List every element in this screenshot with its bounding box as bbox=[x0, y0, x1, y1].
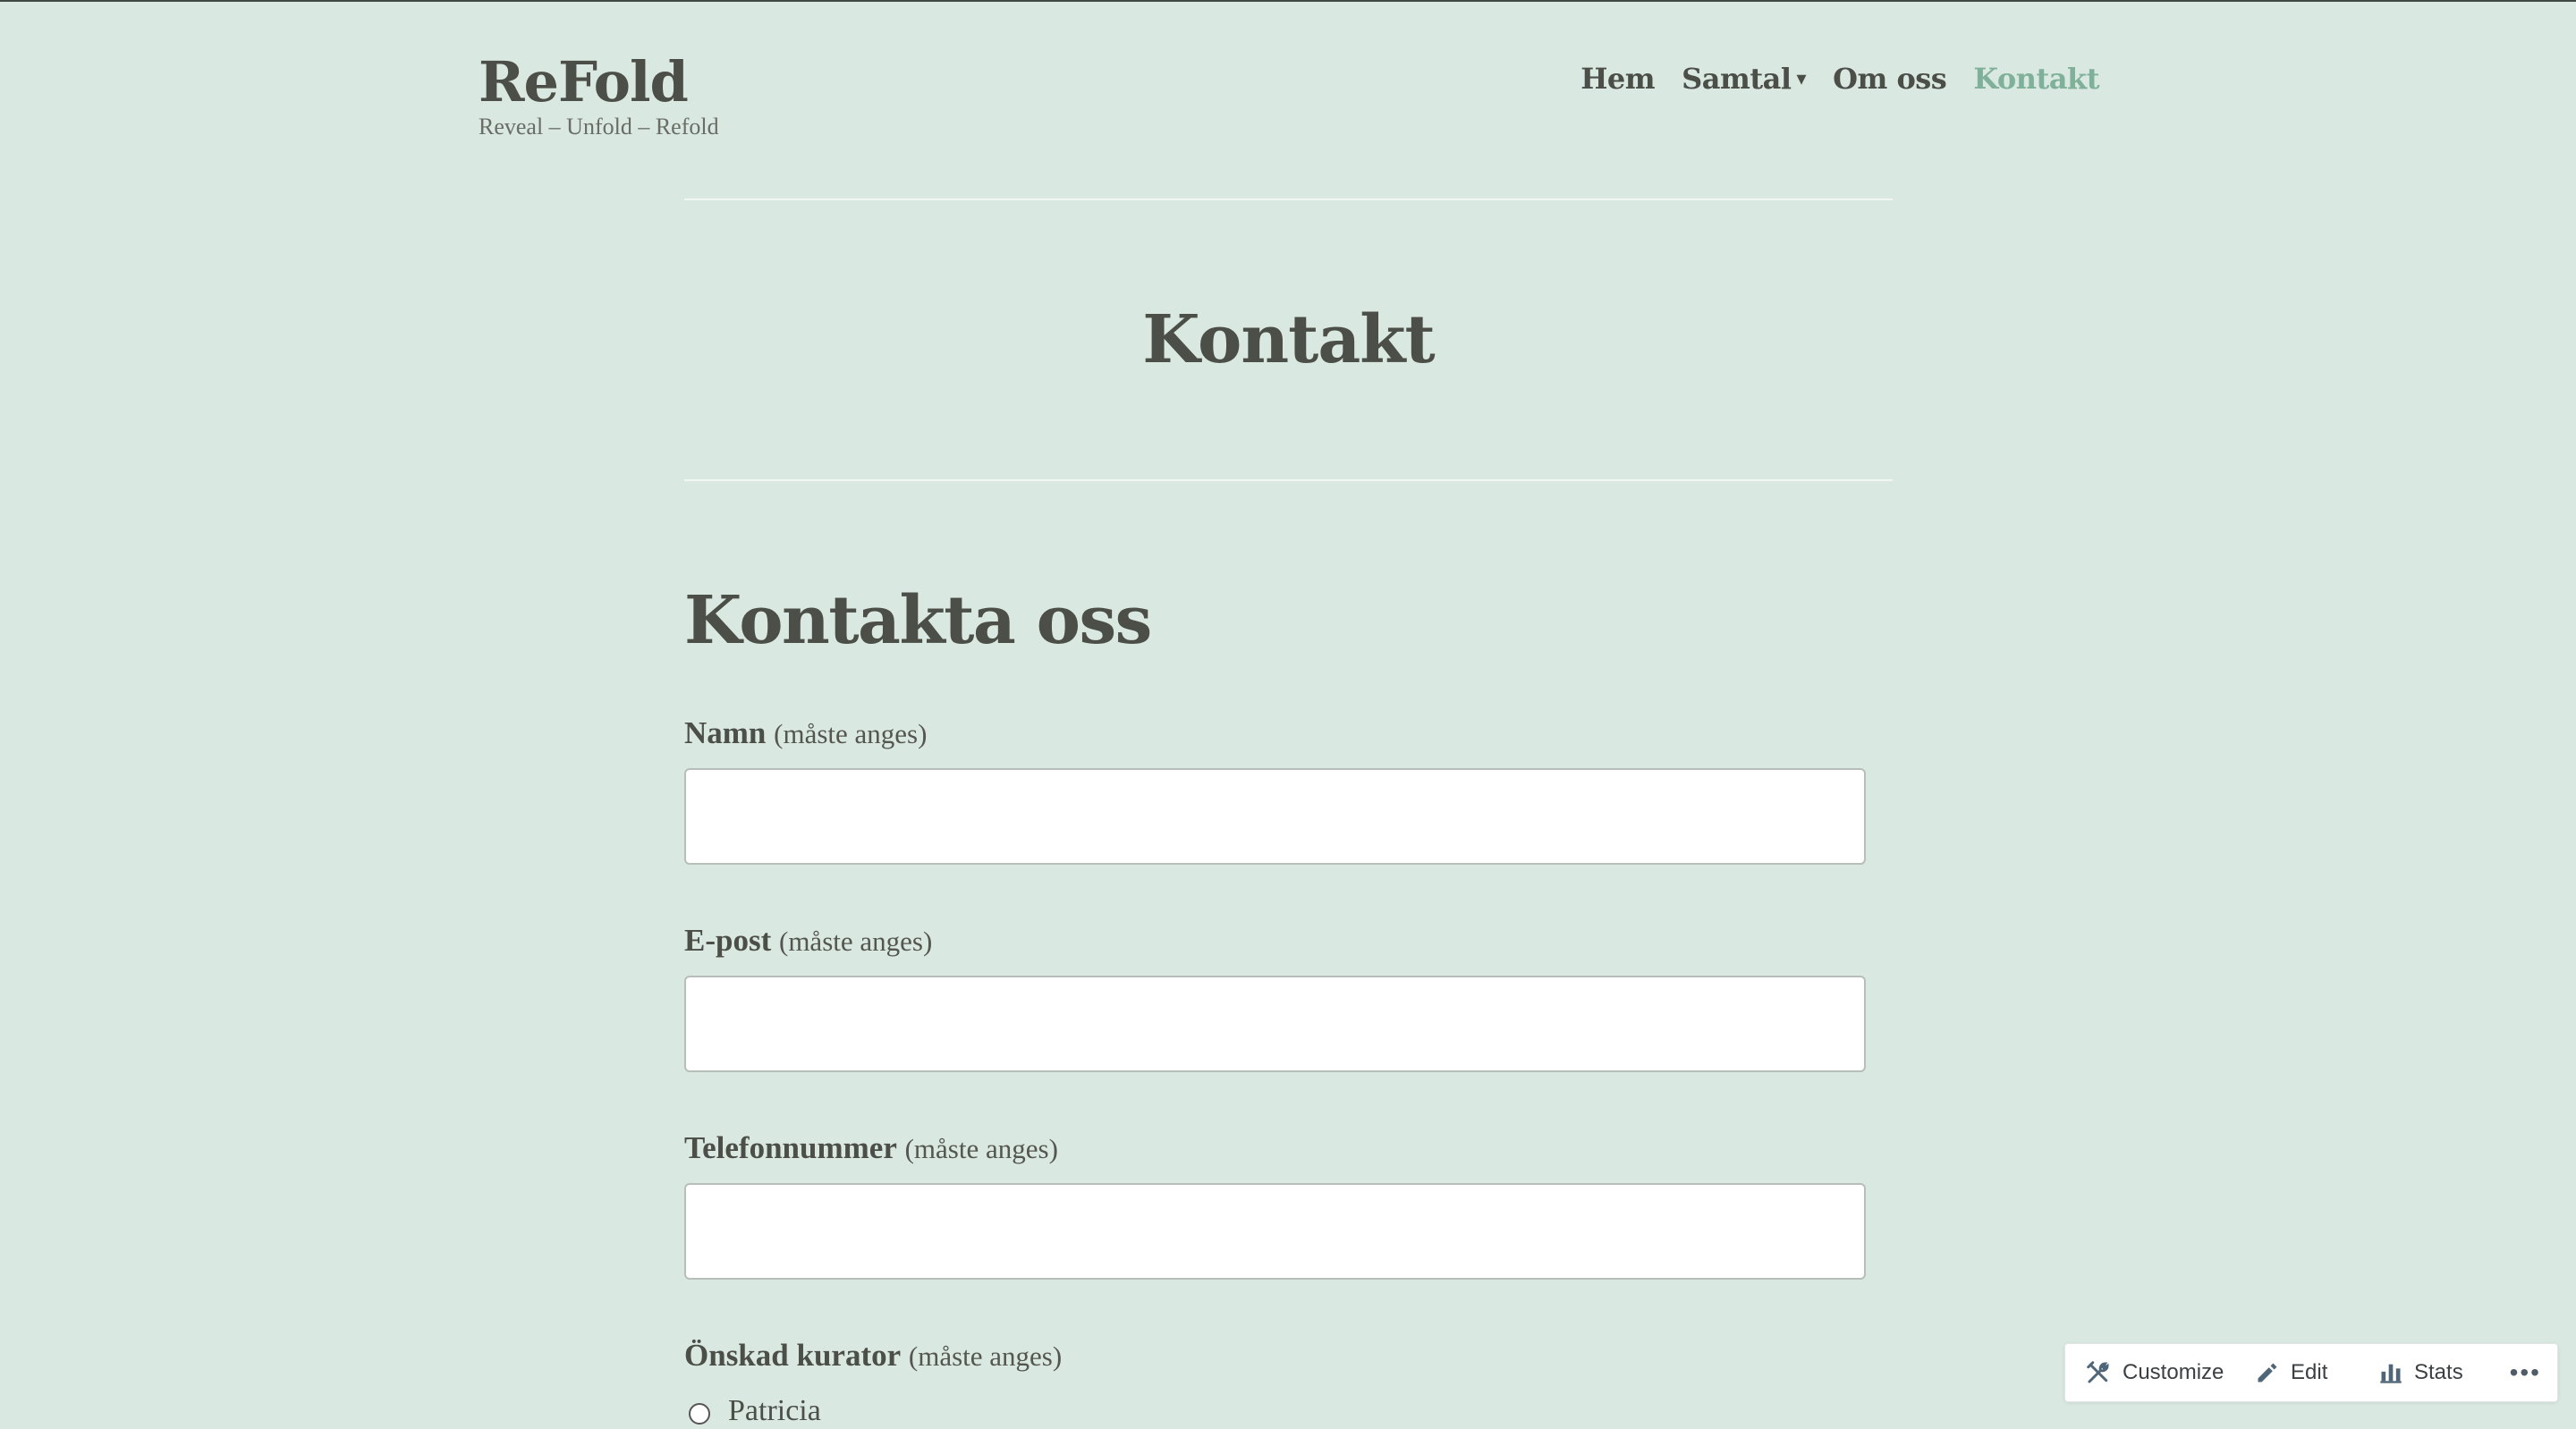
name-input[interactable] bbox=[684, 768, 1866, 865]
site-tagline: Reveal – Unfold – Refold bbox=[479, 114, 719, 140]
divider-bottom bbox=[684, 479, 1893, 481]
phone-input[interactable] bbox=[684, 1183, 1866, 1280]
nav-item-samtal[interactable]: Samtal ▾ bbox=[1682, 57, 1806, 100]
nav-item-label: Om oss bbox=[1833, 62, 1947, 96]
counselor-label-text: Önskad kurator bbox=[684, 1338, 902, 1373]
more-options-icon[interactable]: ••• bbox=[2510, 1360, 2541, 1385]
pencil-icon bbox=[2255, 1360, 2280, 1385]
required-note: (måste anges) bbox=[904, 1133, 1058, 1164]
form-heading: Kontakta oss bbox=[684, 582, 1152, 659]
name-label: Namn (måste anges) bbox=[684, 712, 927, 756]
top-border bbox=[0, 0, 2576, 2]
phone-label-text: Telefonnummer bbox=[684, 1130, 897, 1165]
stats-button[interactable]: Stats bbox=[2378, 1360, 2504, 1385]
edit-button[interactable]: Edit bbox=[2255, 1360, 2378, 1385]
phone-label: Telefonnummer (måste anges) bbox=[684, 1127, 1058, 1171]
main-navigation: Hem Samtal ▾ Om oss Kontakt bbox=[1580, 57, 2099, 100]
divider-top bbox=[684, 199, 1893, 200]
chevron-down-icon: ▾ bbox=[1796, 67, 1807, 90]
nav-item-om-oss[interactable]: Om oss bbox=[1833, 57, 1947, 100]
email-label: E-post (måste anges) bbox=[684, 919, 932, 963]
name-label-text: Namn bbox=[684, 715, 767, 750]
edit-label: Edit bbox=[2291, 1360, 2328, 1384]
nav-item-hem[interactable]: Hem bbox=[1580, 57, 1655, 100]
required-note: (måste anges) bbox=[774, 718, 928, 749]
nav-item-label: Samtal bbox=[1682, 62, 1792, 96]
tools-icon bbox=[2085, 1359, 2112, 1386]
email-label-text: E-post bbox=[684, 923, 772, 958]
required-note: (måste anges) bbox=[779, 926, 933, 957]
site-title[interactable]: ReFold bbox=[479, 47, 689, 118]
customize-label: Customize bbox=[2123, 1360, 2224, 1384]
radio-label: Patricia bbox=[728, 1394, 821, 1427]
radio-option-patricia[interactable]: Patricia bbox=[689, 1393, 821, 1429]
customize-button[interactable]: Customize bbox=[2085, 1359, 2255, 1386]
page-title: Kontakt bbox=[1142, 301, 1435, 378]
bar-chart-icon bbox=[2378, 1360, 2403, 1385]
nav-item-kontakt[interactable]: Kontakt bbox=[1973, 57, 2099, 100]
stats-label: Stats bbox=[2414, 1360, 2463, 1384]
radio-button[interactable] bbox=[689, 1403, 710, 1425]
nav-item-label: Hem bbox=[1580, 62, 1656, 96]
counselor-label: Önskad kurator (måste anges) bbox=[684, 1334, 1062, 1378]
email-input[interactable] bbox=[684, 976, 1866, 1072]
nav-item-label: Kontakt bbox=[1973, 62, 2099, 96]
admin-action-bar: Customize Edit Stats ••• bbox=[2064, 1343, 2558, 1402]
required-note: (måste anges) bbox=[908, 1340, 1063, 1372]
